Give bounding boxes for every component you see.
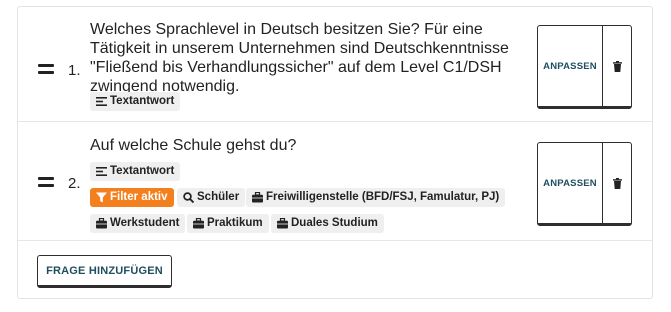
answer-type-badge: Textantwort [90, 162, 181, 181]
question-number: 2. [68, 175, 81, 192]
answer-type-badge: Textantwort [90, 92, 181, 111]
filter-tag-label: Freiwilligenstelle (BFD/FSJ, Famulatur, … [266, 191, 500, 203]
filter-active-badge: Filter aktiv [90, 188, 174, 207]
answer-type-label: Textantwort [110, 165, 175, 177]
trash-icon [612, 177, 622, 189]
delete-button[interactable] [603, 26, 631, 106]
filter-tag-label: Praktikum [207, 217, 263, 229]
filter-active-label: Filter aktiv [110, 191, 168, 203]
briefcase-icon [193, 218, 204, 229]
delete-button[interactable] [603, 143, 631, 223]
question-actions: ANPASSEN [537, 25, 632, 109]
question-actions: ANPASSEN [537, 142, 632, 226]
adapt-button[interactable]: ANPASSEN [538, 26, 603, 106]
briefcase-icon [96, 218, 107, 229]
drag-handle-icon[interactable] [38, 177, 54, 188]
adapt-button[interactable]: ANPASSEN [538, 143, 603, 223]
add-question-button[interactable]: FRAGE HINZUFÜGEN [37, 255, 172, 288]
question-text: Welches Sprachlevel in Deutsch besitzen … [90, 21, 509, 95]
briefcase-icon [277, 218, 288, 229]
question-list-panel: 1. Welches Sprachlevel in Deutsch besitz… [17, 6, 653, 299]
filter-tag: Praktikum [187, 214, 269, 233]
filter-tag: Duales Studium [271, 214, 384, 233]
filter-tag-label: Schüler [197, 191, 240, 203]
filter-tag-label: Duales Studium [291, 217, 378, 229]
drag-handle-icon[interactable] [38, 64, 54, 75]
filter-icon [96, 192, 107, 203]
question-row: 1. Welches Sprachlevel in Deutsch besitz… [18, 7, 652, 122]
text-align-icon [96, 96, 107, 107]
text-align-icon [96, 166, 107, 177]
question-row: 2. Auf welche Schule gehst du? Textantwo… [18, 122, 652, 241]
briefcase-icon [252, 192, 263, 203]
search-icon [183, 192, 194, 203]
filter-tag: Schüler [177, 188, 246, 207]
question-text: Auf welche Schule gehst du? [90, 137, 297, 154]
answer-type-label: Textantwort [110, 95, 175, 107]
question-number: 1. [68, 62, 81, 79]
filter-tag: Freiwilligenstelle (BFD/FSJ, Famulatur, … [246, 188, 506, 207]
trash-icon [612, 60, 622, 72]
filter-tag-label: Werkstudent [110, 217, 180, 229]
filter-tag: Werkstudent [90, 214, 186, 233]
